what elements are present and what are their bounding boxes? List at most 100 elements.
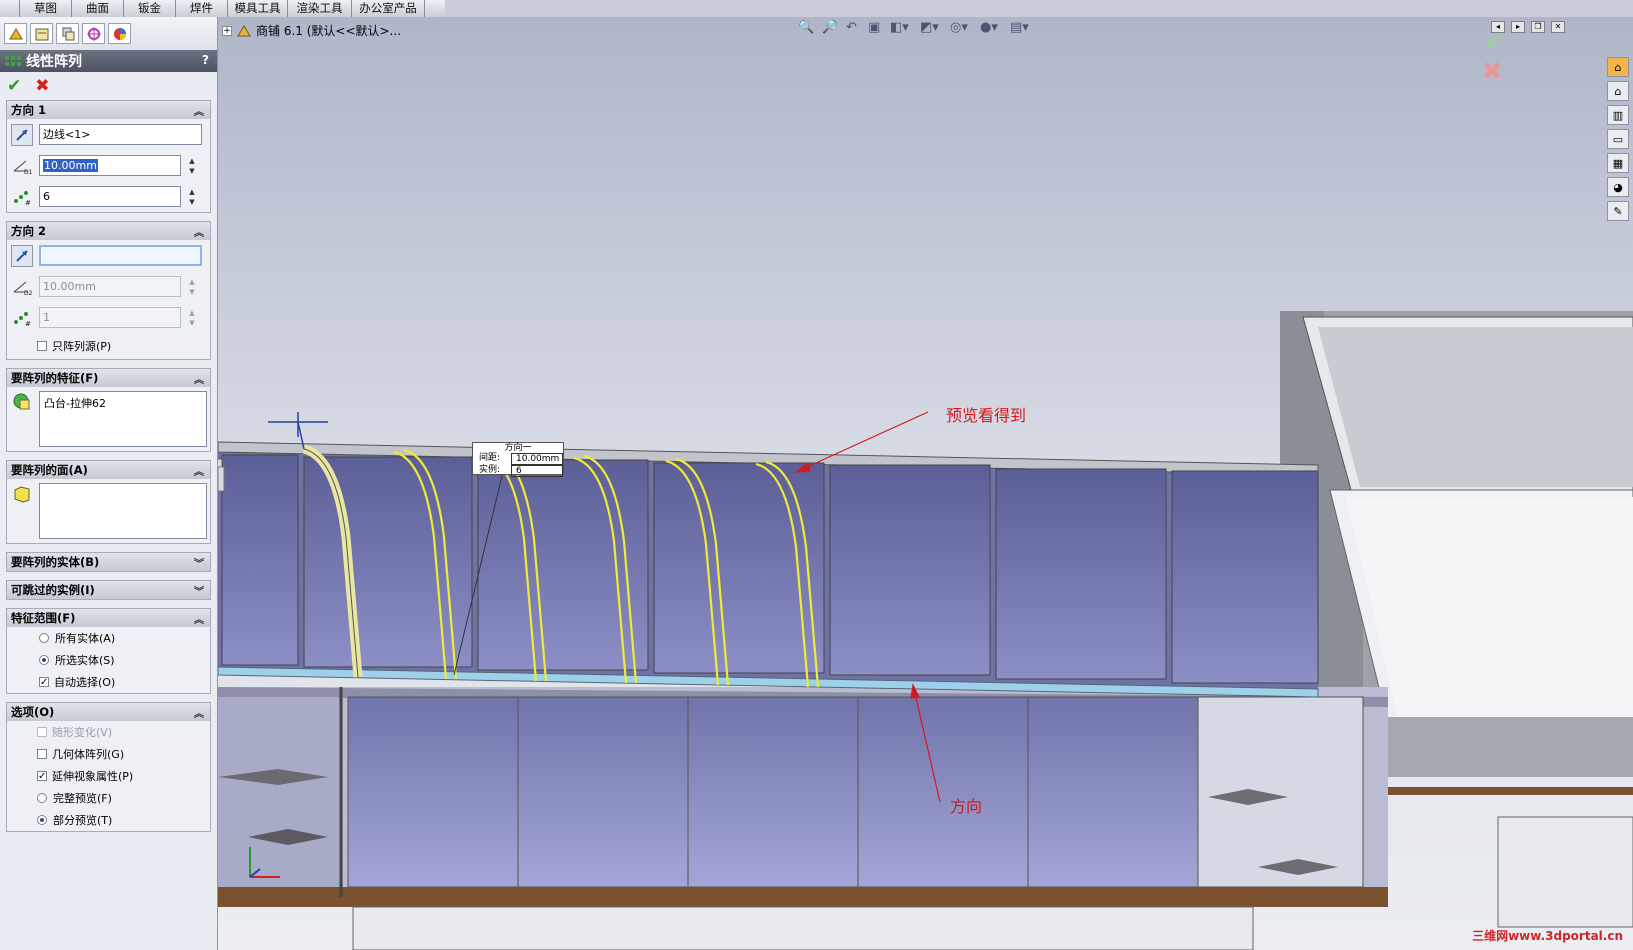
svg-text:D1: D1 [24, 169, 32, 175]
direction1-group: 方向 1 ︽ 边线<1> D1 10.00mm ▲ ▼ # 6 ▲ ▼ [6, 100, 211, 213]
features-list[interactable]: 凸台-拉伸62 [39, 391, 207, 447]
instances-spinner[interactable]: ▲ ▼ [185, 187, 199, 207]
check-icon[interactable]: ✔ [7, 76, 21, 96]
design-library-icon[interactable]: ▥ [1607, 105, 1629, 125]
direction2-edge-field[interactable] [39, 245, 202, 266]
options-title: 选项(O) [11, 705, 55, 719]
command-manager-tabs: 草图 曲面 钣金 焊件 模具工具 渲染工具 办公室产品 [0, 0, 445, 18]
feature-tree-root[interactable]: + 商铺 6.1 (默认<<默认>... [222, 22, 401, 39]
graphics-area[interactable]: + 商铺 6.1 (默认<<默认>... 🔍 🔎 ↶ ▣ ◧▾ ◩▾ ◎▾ ●▾… [218, 17, 1633, 950]
view-orientation-icon[interactable]: ◧▾ [890, 20, 909, 35]
faces-list[interactable] [39, 483, 207, 539]
model-scene[interactable] [218, 17, 1633, 950]
direction1-edge-field[interactable]: 边线<1> [39, 124, 202, 145]
display-manager-icon[interactable] [108, 23, 131, 44]
close-icon[interactable]: ✖ [35, 76, 49, 96]
partial-preview-radio[interactable] [37, 815, 47, 825]
configuration-manager-icon[interactable] [56, 23, 79, 44]
scene-icon[interactable]: ▤▾ [1010, 20, 1029, 35]
confirm-cancel-icon[interactable]: ✖ [1481, 57, 1503, 87]
list-item[interactable]: 凸台-拉伸62 [44, 395, 202, 411]
spacing-icon: D1 [11, 155, 33, 177]
reverse-direction-icon[interactable] [11, 244, 33, 267]
direction1-title: 方向 1 [11, 103, 47, 117]
auto-select-checkbox[interactable]: ✓ [39, 677, 49, 688]
propagate-visual-checkbox[interactable]: ✓ [37, 771, 47, 782]
window-next-icon[interactable]: ▸ [1511, 21, 1525, 33]
expand-chevron-icon[interactable]: ︾ [194, 555, 204, 570]
viewport-header: + 商铺 6.1 (默认<<默认>... 🔍 🔎 ↶ ▣ ◧▾ ◩▾ ◎▾ ●▾… [218, 17, 1633, 39]
vary-sketch-checkbox[interactable] [37, 727, 47, 737]
home-icon[interactable]: ⌂ [1607, 81, 1629, 101]
scope-header[interactable]: 特征范围(F) ︽ [7, 609, 210, 627]
part-icon [237, 24, 251, 36]
callout-instances-value[interactable]: 6 [511, 465, 563, 477]
skip-header[interactable]: 可跳过的实例(I) ︾ [7, 581, 210, 599]
spacing-icon: D2 [11, 276, 33, 298]
annotation-preview-label: 预览看得到 [946, 406, 1027, 425]
full-preview-radio[interactable] [37, 793, 47, 803]
section-view-icon[interactable]: ▣ [868, 20, 880, 35]
collapse-chevron-icon[interactable]: ︽ [194, 371, 204, 386]
direction1-spacing-input[interactable]: 10.00mm [39, 155, 181, 176]
custom-properties-icon[interactable]: ✎ [1607, 201, 1629, 221]
features-header[interactable]: 要阵列的特征(F) ︽ [7, 369, 210, 387]
window-restore-icon[interactable]: ❐ [1531, 21, 1545, 33]
direction1-header[interactable]: 方向 1 ︽ [7, 101, 210, 119]
seed-only-checkbox[interactable] [37, 341, 47, 351]
file-explorer-icon[interactable]: ▭ [1607, 129, 1629, 149]
svg-text:#: # [25, 199, 31, 206]
tab-render-tools[interactable]: 渲染工具 [288, 0, 352, 17]
appearances-icon[interactable]: ◕ [1607, 177, 1629, 197]
spacing-spinner[interactable]: ▲ ▼ [185, 156, 199, 176]
tab-office-products[interactable]: 办公室产品 [352, 0, 425, 17]
options-group: 选项(O) ︽ 随形变化(V) 几何体阵列(G) ✓ 延伸视象属性(P) 完整预览… [6, 702, 211, 832]
resources-icon[interactable]: ⌂ [1607, 57, 1629, 77]
options-header[interactable]: 选项(O) ︽ [7, 703, 210, 721]
tab-sketch[interactable]: 草图 [20, 0, 72, 17]
faces-header[interactable]: 要阵列的面(A) ︽ [7, 461, 210, 479]
geometry-pattern-checkbox[interactable] [37, 749, 47, 759]
view-palette-icon[interactable]: ▦ [1607, 153, 1629, 173]
help-icon[interactable]: ? [202, 53, 209, 67]
appearance-icon[interactable]: ●▾ [980, 20, 998, 35]
dimxpert-icon[interactable] [82, 23, 105, 44]
collapse-chevron-icon[interactable]: ︽ [194, 705, 204, 720]
collapse-chevron-icon[interactable]: ︽ [194, 463, 204, 478]
all-bodies-label: 所有实体(A) [55, 632, 116, 645]
direction2-spacing-input[interactable]: 10.00mm [39, 276, 181, 297]
direction2-header[interactable]: 方向 2 ︽ [7, 222, 210, 240]
tab-mold-tools[interactable]: 模具工具 [228, 0, 288, 17]
reverse-direction-icon[interactable] [11, 123, 33, 146]
tab-weldments[interactable]: 焊件 [176, 0, 228, 17]
collapse-chevron-icon[interactable]: ︽ [194, 224, 204, 239]
hide-show-icon[interactable]: ◎▾ [950, 20, 968, 35]
feature-manager-icon[interactable] [4, 23, 27, 44]
zoom-area-icon[interactable]: 🔎 [822, 20, 838, 35]
display-style-icon[interactable]: ◩▾ [920, 20, 939, 35]
collapse-chevron-icon[interactable]: ︽ [194, 103, 204, 118]
property-manager-icon[interactable] [30, 23, 53, 44]
spacing-spinner[interactable]: ▲ ▼ [185, 277, 199, 297]
window-close-icon[interactable]: ✕ [1551, 21, 1565, 33]
panel-flyout-tab[interactable] [218, 466, 225, 492]
panel-title: 线性阵列 [26, 54, 82, 70]
expand-chevron-icon[interactable]: ︾ [194, 583, 204, 598]
collapse-chevron-icon[interactable]: ︽ [194, 611, 204, 626]
tab-sheet-metal[interactable]: 钣金 [124, 0, 176, 17]
direction2-instances-input[interactable]: 1 [39, 307, 181, 328]
auto-select-label: 自动选择(O) [54, 676, 116, 689]
bodies-header[interactable]: 要阵列的实体(B) ︾ [7, 553, 210, 571]
tab-surface[interactable]: 曲面 [72, 0, 124, 17]
direction1-instances-input[interactable]: 6 [39, 186, 181, 207]
zoom-to-fit-icon[interactable]: 🔍 [798, 20, 814, 35]
expand-plus-icon[interactable]: + [222, 25, 232, 36]
pattern-callout[interactable]: 方向一 间距: 10.00mm 实例: 6 [472, 442, 564, 477]
svg-text:D2: D2 [24, 290, 32, 296]
previous-view-icon[interactable]: ↶ [846, 20, 857, 35]
callout-spacing-value[interactable]: 10.00mm [511, 453, 563, 465]
instances-spinner[interactable]: ▲ ▼ [185, 308, 199, 328]
selected-bodies-radio[interactable] [39, 655, 49, 665]
confirm-check-icon[interactable]: ✔ [1483, 27, 1505, 57]
all-bodies-radio[interactable] [39, 633, 49, 643]
